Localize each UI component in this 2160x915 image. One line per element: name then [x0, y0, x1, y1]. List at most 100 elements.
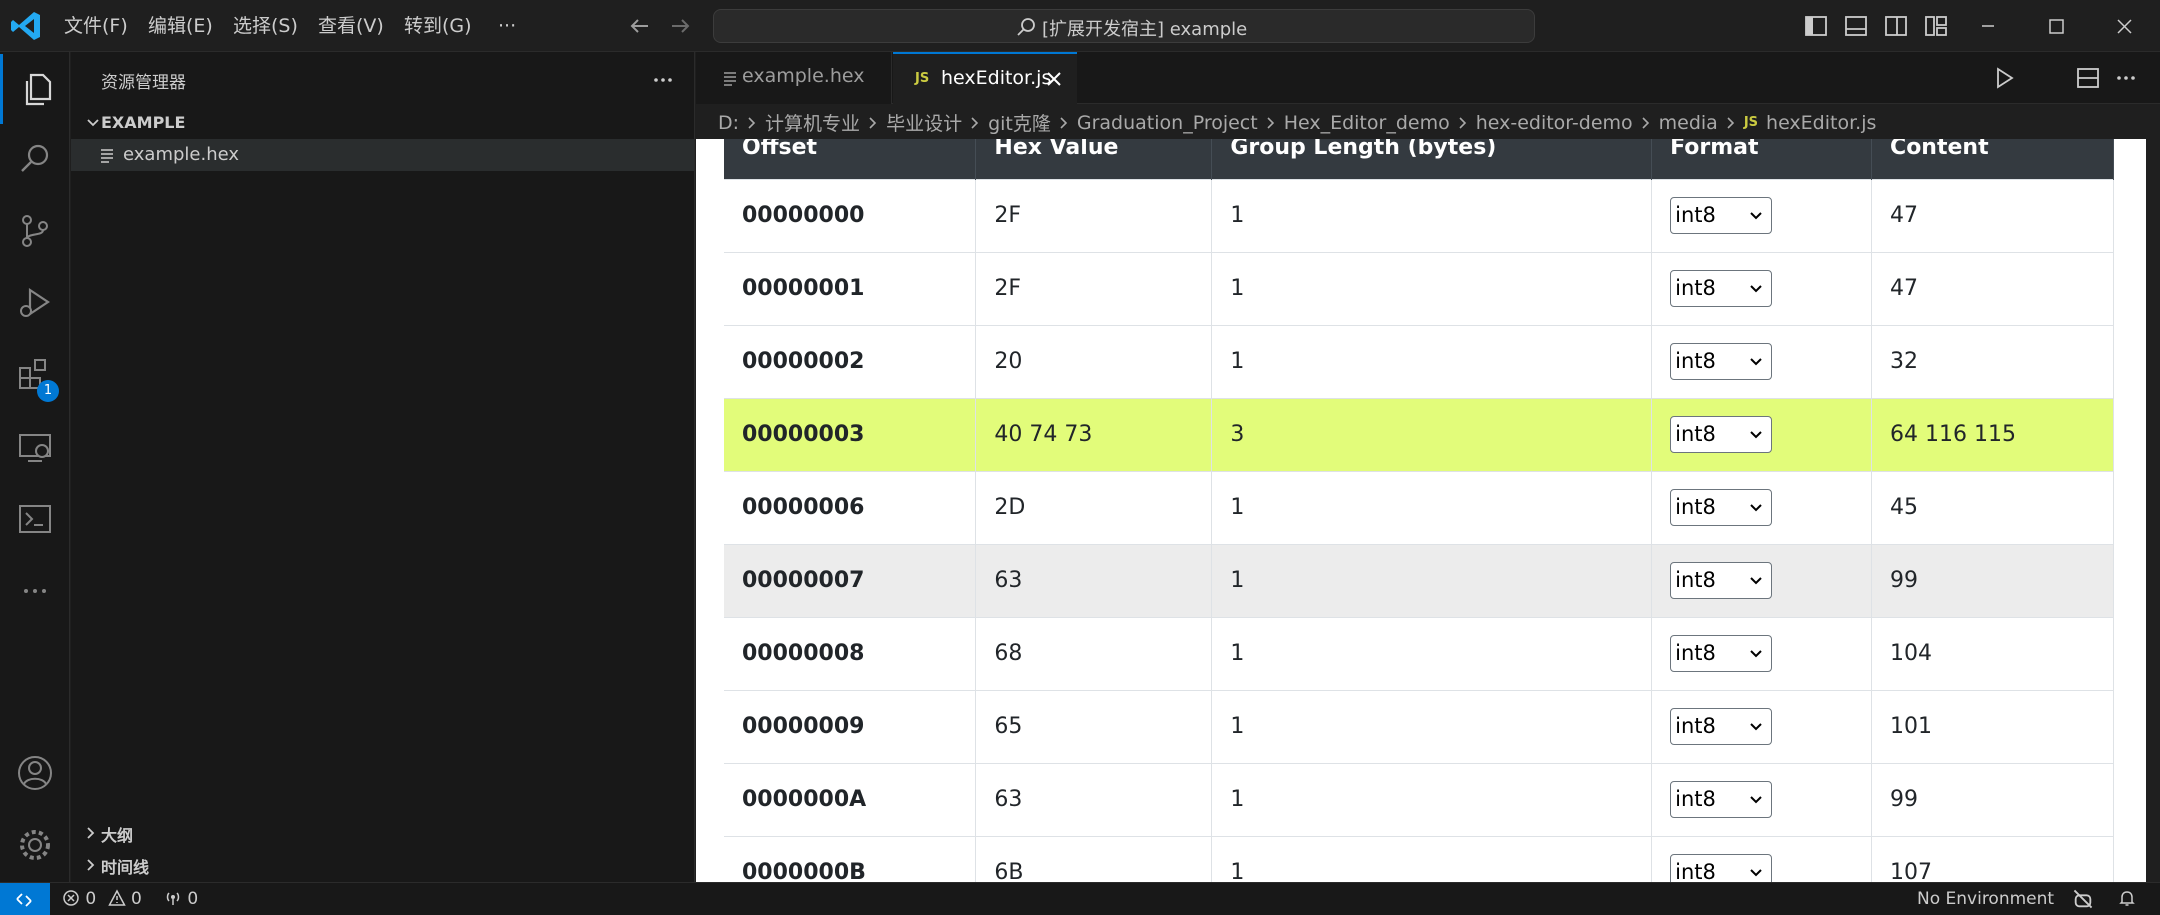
format-select[interactable]: int8: [1670, 343, 1773, 380]
timeline-section-header[interactable]: 时间线: [71, 850, 695, 880]
run-debug-icon: [20, 287, 50, 317]
activity-extensions[interactable]: 1: [0, 340, 70, 410]
environment-indicator[interactable]: No Environment: [1917, 888, 2054, 910]
javascript-file-icon: JS: [915, 71, 930, 86]
group-length-cell: 1: [1211, 762, 1653, 836]
menu-view[interactable]: 查看(V): [312, 12, 390, 40]
breadcrumb-item[interactable]: media: [1659, 112, 1718, 134]
format-select[interactable]: int8: [1670, 197, 1773, 234]
activity-source-control[interactable]: [0, 196, 70, 266]
breadcrumb-item[interactable]: 计算机专业: [765, 109, 860, 136]
explorer-section-header[interactable]: EXAMPLE: [71, 108, 695, 138]
breadcrumb-item[interactable]: git克隆: [988, 109, 1051, 136]
chevron-down-icon: [1750, 869, 1762, 877]
format-cell: int8: [1651, 470, 1873, 544]
activity-manage[interactable]: [0, 810, 70, 880]
table-row[interactable]: 00000008 68 1 int8 104: [724, 616, 2114, 690]
content-cell: 47: [1871, 178, 2114, 252]
breadcrumb-item[interactable]: Hex_Editor_demo: [1284, 112, 1450, 134]
table-row[interactable]: 00000009 65 1 int8 101: [724, 689, 2114, 763]
copilot-disabled-icon: [2073, 889, 2093, 909]
format-select[interactable]: int8: [1670, 635, 1773, 672]
group-length-cell: 1: [1211, 251, 1653, 325]
format-select[interactable]: int8: [1670, 781, 1773, 818]
activity-terminal[interactable]: [0, 484, 70, 554]
group-length-cell: 1: [1211, 178, 1653, 252]
breadcrumb-item[interactable]: hexEditor.js: [1766, 112, 1876, 134]
activity-search[interactable]: [0, 124, 70, 194]
problems-indicator[interactable]: 0 0: [62, 888, 142, 910]
close-window-icon[interactable]: [2110, 12, 2138, 40]
offset-cell: 00000000: [724, 178, 977, 252]
menu-file[interactable]: 文件(F): [58, 12, 134, 40]
table-row[interactable]: 00000006 2D 1 int8 45: [724, 470, 2114, 544]
remote-indicator[interactable]: [0, 883, 50, 915]
arrow-left-icon[interactable]: [626, 12, 654, 40]
format-select[interactable]: int8: [1670, 562, 1773, 599]
column-header-content: Content: [1871, 139, 2114, 179]
table-row[interactable]: 00000001 2F 1 int8 47: [724, 251, 2114, 325]
explorer-section-label: EXAMPLE: [101, 113, 186, 132]
vscode-logo-icon[interactable]: [8, 8, 44, 44]
chevron-right-icon: [1267, 116, 1274, 129]
ellipsis-icon[interactable]: [649, 66, 677, 94]
ports-count: 0: [187, 889, 199, 909]
breadcrumb-item[interactable]: 毕业设计: [886, 109, 962, 136]
table-row[interactable]: 00000000 2F 1 int8 47: [724, 178, 2114, 252]
hex-value-cell: 6B: [975, 835, 1213, 882]
breadcrumb-item[interactable]: D:: [718, 112, 739, 134]
format-select[interactable]: int8: [1670, 416, 1773, 453]
arrow-right-icon[interactable]: [666, 12, 694, 40]
menu-more[interactable]: ···: [492, 12, 522, 40]
gear-icon: [20, 830, 50, 860]
chevron-down-icon: [1750, 650, 1762, 658]
format-select[interactable]: int8: [1670, 708, 1773, 745]
menu-edit[interactable]: 编辑(E): [142, 12, 219, 40]
table-row[interactable]: 0000000A 63 1 int8 99: [724, 762, 2114, 836]
warning-icon: [107, 889, 126, 906]
format-select-value: int8: [1675, 495, 1716, 519]
format-select[interactable]: int8: [1670, 854, 1773, 882]
split-editor-icon[interactable]: [2074, 64, 2102, 92]
toggle-primary-sidebar-icon[interactable]: [1802, 12, 1830, 40]
activity-more[interactable]: [0, 556, 70, 626]
ellipsis-icon[interactable]: [2112, 64, 2140, 92]
minimize-icon[interactable]: [1974, 12, 2002, 40]
table-row[interactable]: 00000003 40 74 73 3 int8 64 116 115: [724, 397, 2114, 471]
ports-indicator[interactable]: 0: [164, 888, 198, 910]
table-row[interactable]: 00000007 63 1 int8 99: [724, 543, 2114, 617]
toggle-secondary-sidebar-icon[interactable]: [1882, 12, 1910, 40]
activity-accounts[interactable]: [0, 738, 70, 808]
menu-go[interactable]: 转到(G): [398, 12, 478, 40]
format-cell: int8: [1651, 397, 1873, 471]
table-row[interactable]: 0000000B 6B 1 int8 107: [724, 835, 2114, 882]
close-icon[interactable]: [1043, 68, 1065, 90]
activity-remote-explorer[interactable]: [0, 412, 70, 482]
copilot-status[interactable]: [2072, 888, 2094, 910]
format-select[interactable]: int8: [1670, 489, 1773, 526]
customize-layout-icon[interactable]: [1922, 12, 1950, 40]
notifications[interactable]: [2118, 888, 2136, 910]
hex-value-cell: 2F: [975, 251, 1213, 325]
breadcrumb-item[interactable]: Graduation_Project: [1077, 112, 1258, 134]
chevron-down-icon: [1750, 577, 1762, 585]
activity-run-debug[interactable]: [0, 268, 70, 338]
activity-explorer[interactable]: [0, 54, 70, 124]
toggle-panel-icon[interactable]: [1842, 12, 1870, 40]
menu-selection[interactable]: 选择(S): [227, 12, 304, 40]
table-row[interactable]: 00000002 20 1 int8 32: [724, 324, 2114, 398]
maximize-icon[interactable]: [2042, 12, 2070, 40]
breadcrumb-item[interactable]: hex-editor-demo: [1476, 112, 1633, 134]
format-select-value: int8: [1675, 787, 1716, 811]
tab-hexeditor-js[interactable]: JS hexEditor.js: [893, 52, 1077, 105]
chevron-right-icon: [1459, 116, 1466, 129]
tab-example-hex[interactable]: example.hex: [696, 52, 892, 104]
chevron-right-icon: [971, 116, 979, 129]
hex-value-cell: 63: [975, 762, 1213, 836]
format-select[interactable]: int8: [1670, 270, 1773, 307]
file-item-example-hex[interactable]: example.hex: [71, 139, 694, 171]
outline-section-header[interactable]: 大纲: [71, 818, 695, 848]
bell-icon: [2119, 891, 2135, 906]
run-icon[interactable]: [1990, 64, 2018, 92]
command-center-search[interactable]: [扩展开发宿主] example: [713, 9, 1535, 43]
